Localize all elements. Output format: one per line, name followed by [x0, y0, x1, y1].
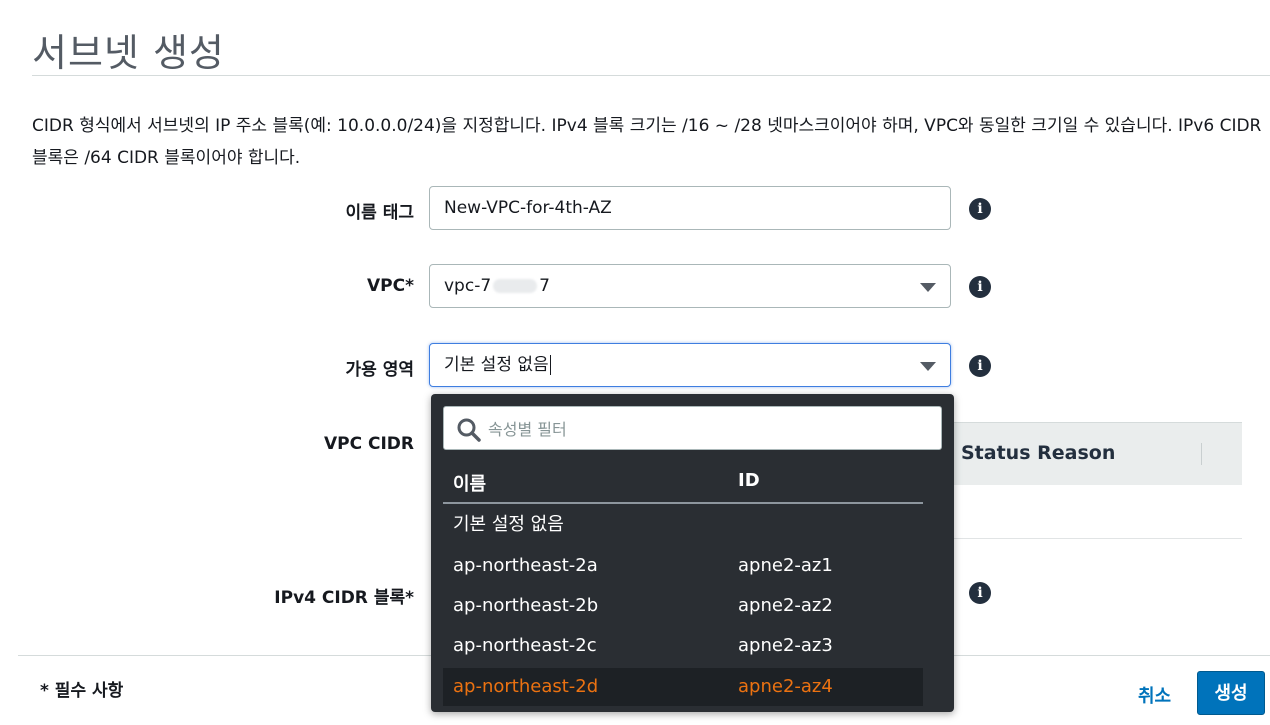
- az-option-2b[interactable]: ap-northeast-2b apne2-az2: [443, 587, 923, 625]
- az-select[interactable]: 기본 설정 없음: [429, 343, 951, 387]
- column-header-rule: [443, 502, 923, 504]
- vpc-select[interactable]: vpc-7 7: [429, 264, 951, 308]
- text-cursor: [549, 355, 551, 375]
- option-id: apne2-az1: [738, 555, 833, 576]
- name-tag-label: 이름 태그: [345, 203, 414, 223]
- name-tag-info-icon[interactable]: i: [969, 198, 991, 220]
- vpc-value-suffix: 7: [539, 276, 550, 296]
- ipv4-cidr-info-icon[interactable]: i: [969, 582, 991, 604]
- cancel-button[interactable]: 취소: [1138, 682, 1171, 708]
- search-icon: [457, 418, 481, 442]
- option-id: apne2-az2: [738, 595, 833, 616]
- column-header-name: 이름: [453, 474, 487, 495]
- az-label: 가용 영역: [345, 360, 414, 380]
- cidr-table-row-divider: [940, 538, 1242, 539]
- title-divider: [32, 75, 1270, 76]
- option-id: apne2-az3: [738, 635, 833, 656]
- ipv4-cidr-label: IPv4 CIDR 블록*: [274, 588, 414, 608]
- page-title: 서브넷 생성: [32, 31, 225, 75]
- chevron-down-icon: [920, 283, 936, 292]
- name-tag-input[interactable]: New-VPC-for-4th-AZ: [429, 186, 951, 230]
- option-id: apne2-az4: [738, 676, 833, 697]
- az-option-no-preference[interactable]: 기본 설정 없음: [443, 506, 923, 544]
- create-button[interactable]: 생성: [1197, 671, 1265, 715]
- az-option-2d[interactable]: ap-northeast-2d apne2-az4: [443, 668, 923, 706]
- redacted-vpc-id: [493, 279, 538, 293]
- option-name: 기본 설정 없음: [453, 514, 564, 535]
- az-dropdown-menu: 이름 ID 기본 설정 없음 ap-northeast-2a apne2-az1…: [431, 394, 954, 712]
- az-info-icon[interactable]: i: [969, 355, 991, 377]
- az-value: 기본 설정 없음: [444, 355, 549, 375]
- option-name: ap-northeast-2d: [453, 676, 599, 697]
- status-reason-header: Status Reason: [961, 442, 1116, 464]
- option-name: ap-northeast-2c: [453, 635, 597, 656]
- filter-input[interactable]: [486, 407, 930, 451]
- az-option-2c[interactable]: ap-northeast-2c apne2-az3: [443, 627, 923, 665]
- chevron-down-icon: [920, 362, 936, 371]
- vpc-value-prefix: vpc-7: [444, 276, 492, 296]
- column-divider: [1201, 443, 1202, 465]
- cidr-table-header: Status Reason: [940, 422, 1242, 485]
- filter-box[interactable]: [443, 406, 942, 451]
- az-option-2a[interactable]: ap-northeast-2a apne2-az1: [443, 547, 923, 585]
- option-name: ap-northeast-2a: [453, 555, 598, 576]
- vpc-info-icon[interactable]: i: [969, 276, 991, 298]
- required-note: * 필수 사항: [40, 681, 124, 701]
- vpc-label: VPC*: [367, 276, 414, 296]
- vpc-cidr-label: VPC CIDR: [323, 434, 414, 454]
- column-header-id: ID: [738, 470, 760, 491]
- option-name: ap-northeast-2b: [453, 595, 599, 616]
- page-description: CIDR 형식에서 서브넷의 IP 주소 블록(예: 10.0.0.0/24)을…: [32, 116, 1262, 168]
